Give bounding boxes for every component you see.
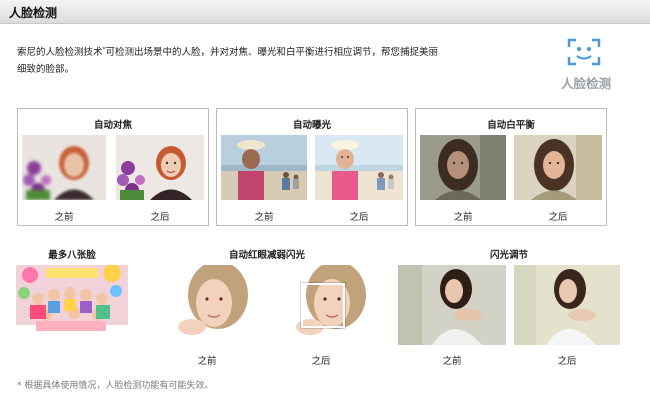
after-photo	[116, 135, 204, 200]
panel-title: 自动白平衡	[487, 120, 535, 131]
intro-text: 索尼的人脸检测技术*可检测出场景中的人脸，并对对焦、曝光和白平衡进行相应调节，帮…	[17, 44, 527, 78]
before-label: 之前	[197, 356, 217, 367]
face-detect-icon	[567, 38, 601, 66]
before-photo	[398, 265, 506, 345]
after-label: 之后	[311, 356, 331, 367]
before-label: 之前	[453, 212, 473, 223]
before-photo	[221, 135, 307, 200]
after-photo	[514, 265, 620, 345]
after-label: 之后	[548, 212, 568, 223]
intro-line2: 细致的脸部。	[17, 64, 75, 75]
after-photo	[514, 135, 602, 200]
panel-title: 自动曝光	[292, 120, 331, 131]
before-label: 之前	[442, 356, 462, 367]
auto-exposure-panel: 自动曝光 之前 之后	[216, 108, 408, 226]
logo-caption: 人脸检测	[560, 76, 611, 91]
after-label: 之后	[557, 356, 577, 367]
auto-white-balance-panel: 自动白平衡 之前 之后	[415, 108, 607, 226]
group-kids-photo	[16, 265, 128, 345]
footnote: * 根据具体使用情况，人脸检测功能有可能失效。	[17, 381, 214, 391]
before-photo	[420, 135, 506, 200]
panel-title: 自动对焦	[93, 120, 132, 131]
eight-faces-title: 最多八张脸	[48, 250, 96, 261]
before-label: 之前	[254, 212, 274, 223]
face-detection-frame	[301, 283, 345, 328]
section-header: 人脸检测	[0, 0, 650, 24]
after-label: 之后	[349, 212, 369, 223]
before-photo	[152, 265, 262, 345]
red-eye-title: 自动红眼减弱闪光	[228, 250, 305, 261]
auto-focus-panel: 自动对焦 之前 之后	[17, 108, 209, 226]
before-photo	[22, 135, 106, 200]
flash-adjust-title: 闪光调节	[489, 250, 528, 261]
section-title: 人脸检测	[9, 6, 58, 20]
after-photo	[266, 265, 386, 345]
intro-line1-post: 可检测出场景中的人脸，并对对焦、曝光和白平衡进行相应调节，帮您捕捉美丽	[105, 47, 439, 58]
face-detection-logo: 人脸检测	[556, 38, 616, 94]
after-photo	[315, 135, 403, 200]
before-label: 之前	[54, 212, 74, 223]
after-label: 之后	[150, 212, 170, 223]
intro-line1-pre: 索尼的人脸检测技术	[17, 47, 103, 58]
